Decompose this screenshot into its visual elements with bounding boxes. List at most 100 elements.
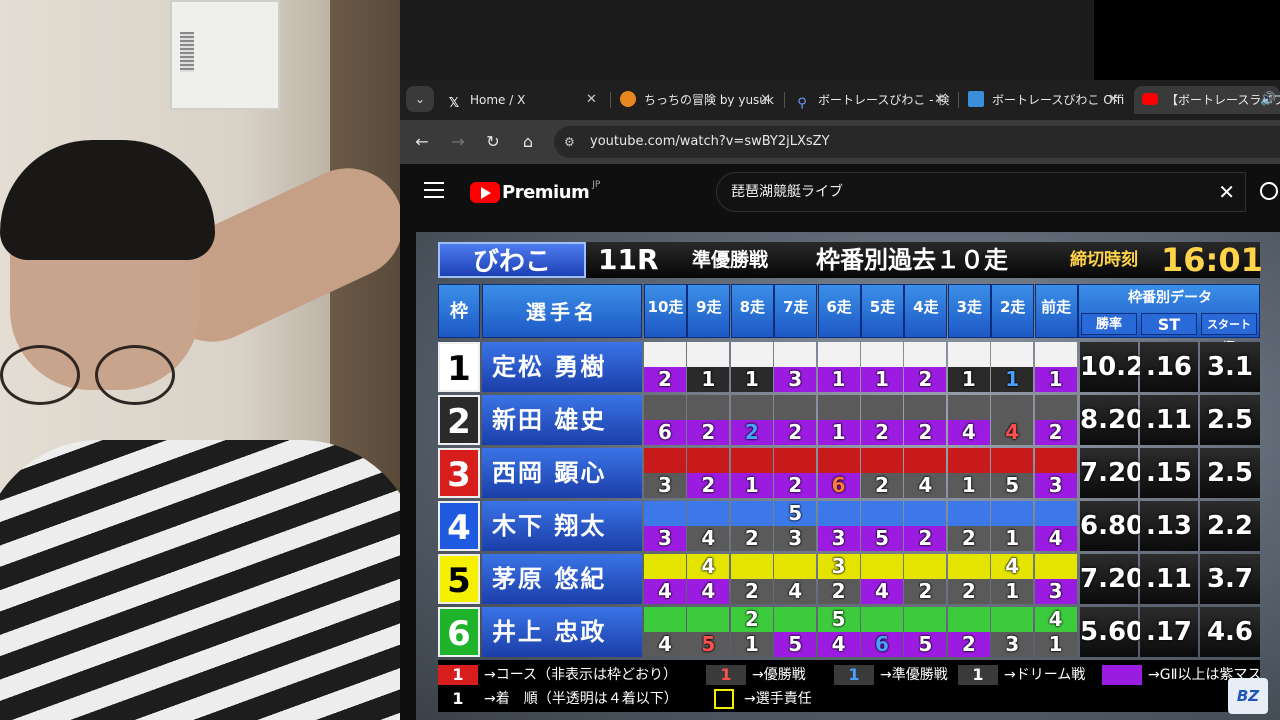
close-icon[interactable]: ✕ (934, 86, 950, 114)
run-header-2: 8走 (730, 284, 774, 338)
course-value (774, 554, 817, 579)
win-rate: 6.80 (1080, 501, 1144, 551)
result-cell: 4 (687, 501, 730, 551)
start-order: 2.5 (1200, 395, 1260, 445)
finish-value: 1 (817, 367, 860, 392)
finish-value: 4 (817, 632, 860, 657)
finish-value: 5 (861, 526, 903, 551)
finish-value: 1 (947, 473, 990, 498)
course-value (774, 607, 817, 632)
st-value: .11 (1140, 395, 1198, 445)
frame-number: 6 (438, 607, 480, 657)
tab-youtube-live[interactable]: 【ボートレースライブ 🔊 (1134, 86, 1280, 114)
finish-value: 4 (687, 526, 730, 551)
deadline-label: 締切時刻 (1070, 250, 1138, 270)
close-icon[interactable]: ✕ (586, 86, 602, 114)
result-cell: 6 (861, 607, 903, 657)
course-value (644, 607, 686, 632)
result-cell: 1 (730, 448, 773, 498)
win-rate: 8.20 (1080, 395, 1144, 445)
finish-value: 4 (644, 579, 686, 604)
race-type: 準優勝戦 (692, 249, 769, 271)
race-header-bar: 11R 準優勝戦 枠番別過去１０走 締切時刻 16:01 (586, 242, 1263, 278)
course-value (991, 342, 1034, 367)
result-cell: 2 (730, 554, 773, 604)
tab-home-x[interactable]: 𝕏 Home / X ✕ (446, 86, 602, 114)
course-value (687, 501, 730, 526)
finish-value: 2 (730, 526, 773, 551)
home-button[interactable]: ⌂ (516, 130, 540, 154)
result-cell: 2 (730, 395, 773, 445)
close-icon[interactable]: ✕ (760, 86, 776, 114)
legend: 1 →コース（非表示は枠どおり） 1 →優勝戦 1 →準優勝戦 1 →ドリーム戦 →GⅡ (438, 660, 1261, 712)
result-cell: 44 (687, 554, 730, 604)
course-value (991, 607, 1034, 632)
finish-value: 4 (991, 420, 1034, 445)
course-value (1034, 554, 1077, 579)
video-player[interactable]: びわこ 11R 準優勝戦 枠番別過去１０走 締切時刻 16:01 枠 選手名 1… (416, 232, 1280, 720)
run-header-7: 3走 (947, 284, 991, 338)
result-cell: 5 (687, 607, 730, 657)
legend-semi: 1 →準優勝戦 (834, 664, 948, 685)
striped-shirt (0, 440, 400, 720)
close-icon[interactable]: ✕ (1108, 86, 1124, 114)
course-value (1034, 448, 1077, 473)
racer-row: 2 新田 雄史 6 2 2 2 1 2 2 4 4 2 8.20.11 2.5 (438, 395, 1260, 447)
finish-value: 2 (1034, 420, 1077, 445)
reload-button[interactable]: ↻ (481, 130, 505, 154)
result-cell: 3 (644, 501, 686, 551)
finish-value: 2 (861, 473, 903, 498)
win-rate: 5.60 (1080, 607, 1144, 657)
youtube-play-icon (470, 182, 500, 203)
finish-value: 2 (687, 473, 730, 498)
result-cell: 1 (817, 342, 860, 392)
channel-watermark: BZ (1228, 678, 1268, 714)
finish-value: 4 (774, 579, 817, 604)
youtube-premium-logo[interactable]: Premium JP (470, 180, 600, 204)
st-value: .15 (1140, 448, 1198, 498)
clear-search-icon[interactable]: ✕ (1218, 173, 1235, 211)
result-cell: 1 (817, 395, 860, 445)
finish-value: 2 (774, 473, 817, 498)
frame-number: 5 (438, 554, 480, 604)
tab-biwako-official[interactable]: ボートレースびわこ Offi ✕ (968, 86, 1124, 114)
result-cell: 4 (947, 395, 990, 445)
screen: ⌄ 𝕏 Home / X ✕ ちっちの冒険 by yusuk ✕ ⚲ ボートレースび… (0, 0, 1280, 720)
finish-value: 3 (1034, 473, 1077, 498)
start-order: 2.5 (1200, 448, 1260, 498)
finish-value: 2 (904, 420, 947, 445)
search-button-icon[interactable] (1260, 182, 1278, 200)
course-value (817, 342, 860, 367)
tab-search-dropdown[interactable]: ⌄ (406, 86, 434, 112)
youtube-page: Premium JP 琵琶湖競艇ライブ ✕ びわこ 11R 準優勝戦 枠番別過去１… (400, 164, 1280, 720)
speaker-icon[interactable]: 🔊 (1260, 86, 1276, 114)
result-cell: 2 (774, 395, 817, 445)
course-value (644, 554, 686, 579)
forward-button[interactable]: → (446, 130, 470, 154)
run-header-3: 7走 (774, 284, 818, 338)
result-cell: 1 (991, 342, 1034, 392)
tab-chicchi[interactable]: ちっちの冒険 by yusuk ✕ (620, 86, 776, 114)
result-cell: 1 (730, 342, 773, 392)
url-text: youtube.com/watch?v=swBY2jLXsZY (590, 134, 830, 149)
tab-search-biwako[interactable]: ⚲ ボートレースびわこ - 検 ✕ (794, 86, 950, 114)
search-input[interactable]: 琵琶湖競艇ライブ ✕ (716, 172, 1246, 212)
name-header: 選手名 (482, 284, 642, 338)
menu-icon[interactable] (424, 182, 444, 202)
site-settings-icon[interactable]: ⚙ (564, 133, 582, 151)
youtube-icon (1142, 93, 1158, 105)
back-button[interactable]: ← (410, 130, 434, 154)
webcam-overlay (0, 0, 400, 720)
wall-panel (170, 0, 280, 110)
win-rate: 7.20 (1080, 554, 1144, 604)
finish-value: 4 (904, 473, 947, 498)
course-value (947, 448, 990, 473)
course-value (861, 342, 903, 367)
glasses-left (0, 345, 80, 405)
result-cell: 4 (644, 607, 686, 657)
finish-value: 1 (817, 420, 860, 445)
start-order: 4.6 (1200, 607, 1260, 657)
finish-value: 5 (904, 632, 947, 657)
finish-value: 1 (687, 367, 730, 392)
address-bar[interactable]: ⚙ youtube.com/watch?v=swBY2jLXsZY (554, 126, 1280, 158)
